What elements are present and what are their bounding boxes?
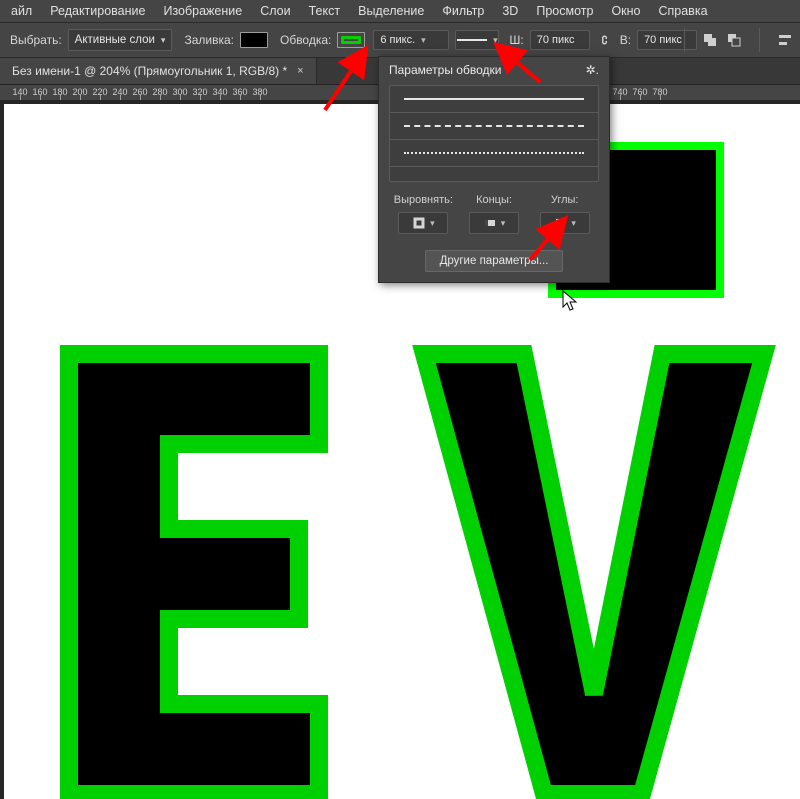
chevron-down-icon: ▾ [430,218,435,229]
chevron-down-icon: ▾ [493,35,498,46]
ruler-tick-label: 320 [192,87,207,97]
select-label: Выбрать: [10,33,62,47]
ruler-tick-label: 760 [632,87,647,97]
stroke-swatch[interactable] [337,32,365,48]
ruler-tick-label: 380 [252,87,267,97]
menu-window[interactable]: Окно [602,0,649,22]
menu-image[interactable]: Изображение [154,0,251,22]
stroke-caps-dropdown[interactable]: ▾ [469,212,519,234]
height-label: В: [620,33,631,47]
stroke-width-field[interactable]: 6 пикс. ▾ [373,30,449,50]
chevron-down-icon: ▾ [421,35,426,46]
stroke-align-dropdown[interactable]: ▾ [398,212,448,234]
ruler-tick-label: 780 [652,87,667,97]
subtract-icon [726,32,742,48]
link-icon [598,33,612,47]
letter-v-shape [404,334,784,799]
ruler-tick-label: 220 [92,87,107,97]
ruler-tick-label: 360 [232,87,247,97]
menu-layers[interactable]: Слои [251,0,299,22]
menu-3d[interactable]: 3D [493,0,527,22]
ruler-tick-label: 160 [32,87,47,97]
ruler-tick-label: 200 [72,87,87,97]
menu-edit[interactable]: Редактирование [41,0,154,22]
stroke-style-list [389,85,599,182]
close-icon[interactable]: × [297,65,303,77]
stroke-corners-dropdown[interactable]: ▾ [540,212,590,234]
menu-view[interactable]: Просмотр [527,0,602,22]
link-wh-button[interactable] [594,30,616,50]
menu-file[interactable]: айл [2,0,41,22]
menu-help[interactable]: Справка [649,0,716,22]
solid-line-icon [404,98,584,100]
gear-icon[interactable]: ✲. [586,63,599,77]
menu-text[interactable]: Текст [300,0,349,22]
stroke-width-value: 6 пикс. [380,34,415,46]
stroke-style-dashed[interactable] [390,113,598,140]
corner-miter-icon [553,216,567,230]
stroke-style-solid[interactable] [390,86,598,113]
pathfinder-unite-button[interactable] [699,30,721,50]
stroke-options-panel: Параметры обводки ✲. Выровнять: ▾ Концы:… [378,56,610,283]
ruler-tick-label: 180 [52,87,67,97]
align-label: Выровнять: [394,194,453,206]
fill-swatch[interactable] [240,32,268,48]
cap-butt-icon [483,216,497,230]
separator [684,28,685,52]
document-tab-title: Без имени-1 @ 204% (Прямоугольник 1, RGB… [12,64,287,78]
document-tab[interactable]: Без имени-1 @ 204% (Прямоугольник 1, RGB… [0,58,317,84]
unite-icon [702,32,718,48]
menu-select[interactable]: Выделение [349,0,433,22]
corners-label: Углы: [551,194,579,206]
main-menu-bar: айл Редактирование Изображение Слои Текс… [0,0,800,23]
align-group [672,23,796,57]
width-value: 70 пикс [537,34,575,46]
caps-label: Концы: [476,194,512,206]
solid-line-icon [457,39,487,41]
chevron-down-icon: ▾ [161,35,166,46]
chevron-down-icon: ▾ [501,218,506,229]
select-layers-value: Активные слои [75,34,155,46]
stroke-style-dotted[interactable] [390,140,598,167]
ruler-tick-label: 280 [152,87,167,97]
stroke-style-dropdown[interactable]: ▾ [455,30,499,50]
align-icon [777,32,793,48]
separator [759,28,760,52]
dotted-line-icon [404,152,584,154]
fill-label: Заливка: [184,33,234,47]
width-field[interactable]: 70 пикс [530,30,590,50]
more-options-button[interactable]: Другие параметры... [425,250,564,272]
stroke-panel-title: Параметры обводки [389,63,501,77]
ruler-tick-label: 140 [12,87,27,97]
select-layers-dropdown[interactable]: Активные слои ▾ [68,29,173,51]
chevron-down-icon: ▾ [571,218,576,229]
pathfinder-subtract-button[interactable] [723,30,745,50]
ruler-tick-label: 300 [172,87,187,97]
ruler-tick-label: 260 [132,87,147,97]
width-label: Ш: [509,33,523,47]
ruler-tick-label: 740 [612,87,627,97]
options-bar: Выбрать: Активные слои ▾ Заливка: Обводк… [0,23,800,58]
ruler-tick-label: 340 [212,87,227,97]
align-center-icon [412,216,426,230]
align-edges-button[interactable] [774,30,796,50]
letter-e-shape [49,334,349,799]
ruler-tick-label: 240 [112,87,127,97]
dashed-line-icon [404,125,584,127]
menu-filter[interactable]: Фильтр [433,0,493,22]
stroke-label: Обводка: [280,33,331,47]
